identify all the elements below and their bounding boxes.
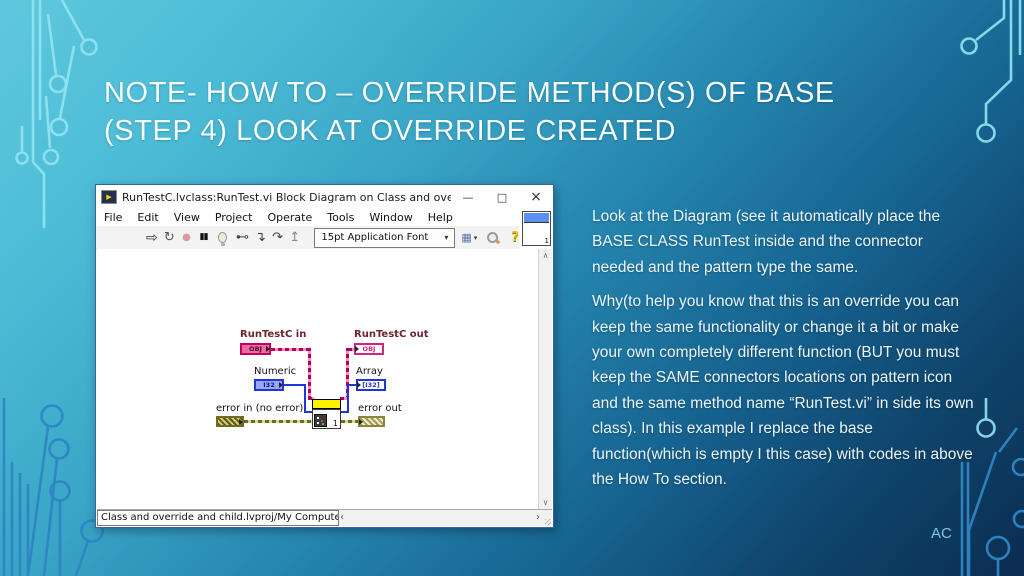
resize-grip[interactable]: [545, 519, 551, 525]
node-number: 1: [332, 419, 338, 428]
status-bar: Class and override and child.lvproj/My C…: [97, 509, 552, 526]
menu-edit[interactable]: Edit: [137, 211, 158, 224]
terminal-runtestc-in[interactable]: OBJ: [240, 343, 271, 355]
navigation-page-number: 1: [544, 237, 549, 245]
watermark-initials: AC: [931, 525, 952, 542]
toolbar: ⇨ ↻ ● ▮▮ ⊷ ↴ ↷ ↥ 15pt Application Font ▾…: [96, 226, 519, 250]
terminal-arrow: [266, 346, 270, 352]
scroll-up-icon[interactable]: ∧: [539, 251, 552, 260]
page-title: NOTE- HOW TO – OVERRIDE METHOD(S) OF BAS…: [104, 74, 964, 150]
chevron-down-icon: ▾: [444, 233, 449, 242]
title-line-1: NOTE- HOW TO – OVERRIDE METHOD(S) OF BAS…: [104, 77, 835, 109]
terminal-numeric[interactable]: I32: [254, 379, 284, 391]
scroll-right-icon[interactable]: ›: [536, 511, 540, 525]
scroll-down-icon[interactable]: ∨: [539, 498, 552, 507]
terminal-label: error in (no error): [216, 403, 304, 414]
terminal-error-out[interactable]: [358, 416, 385, 427]
align-objects-icon[interactable]: ▦: [461, 232, 471, 243]
context-help-icon[interactable]: ?: [511, 230, 519, 245]
title-line-2: (STEP 4) LOOK AT OVERRIDE CREATED: [104, 115, 677, 147]
block-diagram-canvas[interactable]: RunTestC in Numeric error in (no error) …: [97, 249, 539, 509]
abort-icon[interactable]: ●: [181, 232, 192, 243]
run-icon[interactable]: ⇨: [146, 231, 158, 245]
terminal-error-in[interactable]: [216, 416, 244, 427]
menu-view[interactable]: View: [174, 211, 200, 224]
terminal-arrow: [355, 346, 359, 352]
error-wire: [341, 420, 358, 423]
menu-project[interactable]: Project: [215, 211, 253, 224]
navigation-viewport: [524, 213, 549, 223]
project-path[interactable]: Class and override and child.lvproj/My C…: [97, 510, 339, 526]
numeric-wire: [304, 384, 306, 413]
maximize-button[interactable]: □: [485, 191, 519, 204]
menu-help[interactable]: Help: [428, 211, 453, 224]
call-parent-node-banner[interactable]: [312, 399, 341, 409]
close-button[interactable]: ×: [519, 189, 553, 205]
class-wire: [308, 348, 311, 400]
numeric-wire: [304, 411, 312, 413]
class-wire: [271, 348, 310, 351]
highlight-execution-icon[interactable]: [218, 232, 227, 246]
menu-tools[interactable]: Tools: [327, 211, 354, 224]
retain-wire-values-icon[interactable]: ⊷: [236, 231, 249, 244]
terminal-label: RunTestC in: [240, 329, 307, 340]
navigation-window[interactable]: 1: [522, 211, 551, 246]
step-into-icon[interactable]: ↴: [255, 231, 266, 244]
menu-bar: File Edit View Project Operate Tools Win…: [96, 209, 519, 226]
paragraph-2: Why(to help you know that this is an ove…: [592, 293, 974, 489]
body-text: Look at the Diagram (see it automaticall…: [592, 204, 976, 501]
terminal-runtestc-out[interactable]: OBJ: [354, 343, 384, 355]
vertical-scrollbar[interactable]: ∧ ∨: [538, 249, 552, 509]
terminal-array[interactable]: [I32]: [356, 379, 386, 391]
labview-window: ▶ RunTestC.lvclass:RunTest.vi Block Diag…: [95, 184, 554, 528]
terminal-arrow: [239, 418, 243, 425]
step-out-icon[interactable]: ↥: [289, 231, 300, 244]
run-continuous-icon[interactable]: ↻: [164, 231, 175, 244]
terminal-label: Numeric: [254, 366, 297, 377]
terminal-label: Array: [356, 366, 383, 377]
scroll-left-icon[interactable]: ‹: [340, 511, 344, 525]
call-parent-node[interactable]: 1: [312, 409, 341, 429]
terminal-arrow: [279, 382, 283, 388]
menu-operate[interactable]: Operate: [267, 211, 312, 224]
class-cube-icon: [314, 414, 327, 427]
paragraph-1: Look at the Diagram (see it automaticall…: [592, 208, 941, 276]
terminal-label: error out: [358, 403, 402, 414]
array-wire: [347, 385, 349, 413]
numeric-wire: [284, 384, 305, 386]
slide: NOTE- HOW TO – OVERRIDE METHOD(S) OF BAS…: [0, 0, 1024, 576]
font-selector[interactable]: 15pt Application Font ▾: [314, 227, 456, 248]
error-wire: [244, 420, 312, 423]
magnifier-icon[interactable]: [487, 232, 501, 244]
terminal-label: RunTestC out: [354, 329, 429, 340]
font-selector-value: 15pt Application Font: [321, 232, 429, 243]
terminal-arrow: [357, 382, 361, 388]
minimize-button[interactable]: —: [451, 191, 485, 204]
labview-logo-icon: ▶: [101, 190, 117, 204]
step-over-icon[interactable]: ↷: [272, 231, 283, 244]
menu-file[interactable]: File: [104, 211, 122, 224]
window-titlebar: ▶ RunTestC.lvclass:RunTest.vi Block Diag…: [96, 185, 553, 209]
terminal-arrow: [359, 418, 363, 425]
pause-icon[interactable]: ▮▮: [198, 233, 209, 242]
menu-window[interactable]: Window: [369, 211, 412, 224]
align-caret-icon: ▾: [473, 233, 478, 242]
window-title: RunTestC.lvclass:RunTest.vi Block Diagra…: [122, 190, 451, 204]
array-wire: [347, 384, 356, 386]
